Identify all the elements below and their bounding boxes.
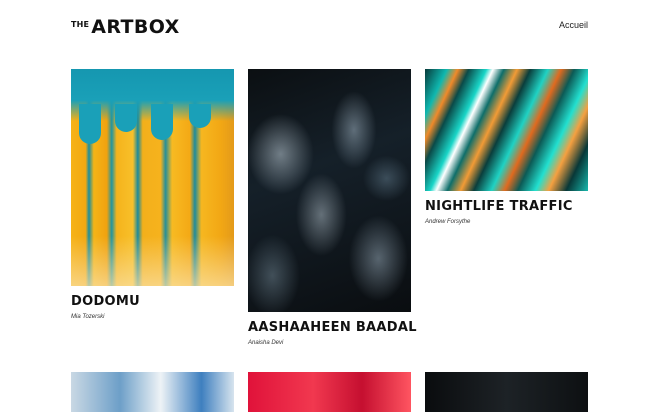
artwork-image-detail	[79, 104, 101, 144]
artwork-card[interactable]	[71, 372, 234, 412]
artwork-card[interactable]: DODOMU Mia Tozerski	[71, 69, 234, 320]
artwork-card[interactable]: AASHAAHEEN BAADAL Anaisha Devi	[248, 69, 417, 346]
site-header: THE ARTBOX Accueil	[0, 0, 654, 60]
logo-small-text: THE	[71, 20, 90, 29]
artwork-artist: Anaisha Devi	[248, 340, 284, 346]
artwork-image[interactable]	[248, 69, 411, 312]
artwork-image-detail	[71, 236, 234, 286]
artwork-image[interactable]	[71, 69, 234, 286]
artwork-artist: Mia Tozerski	[71, 314, 105, 320]
logo-main-text: ARTBOX	[91, 16, 180, 38]
artwork-image[interactable]	[248, 372, 411, 412]
artwork-card[interactable]	[248, 372, 411, 412]
artwork-title[interactable]: AASHAAHEEN BAADAL	[248, 320, 417, 335]
artwork-image-detail	[189, 104, 211, 128]
artwork-artist: Andrew Forsythe	[425, 219, 471, 225]
artwork-image[interactable]	[425, 372, 588, 412]
artwork-card[interactable]	[425, 372, 588, 412]
artwork-image[interactable]	[425, 69, 588, 191]
artwork-image-detail	[151, 104, 173, 140]
artwork-image-detail	[115, 104, 137, 132]
artwork-title[interactable]: NIGHTLIFE TRAFFIC	[425, 199, 588, 214]
artwork-image[interactable]	[71, 372, 234, 412]
nav-link-home[interactable]: Accueil	[559, 20, 588, 30]
site-logo[interactable]: THE ARTBOX	[71, 18, 180, 37]
artwork-title[interactable]: DODOMU	[71, 294, 234, 309]
artwork-card[interactable]: NIGHTLIFE TRAFFIC Andrew Forsythe	[425, 69, 588, 225]
